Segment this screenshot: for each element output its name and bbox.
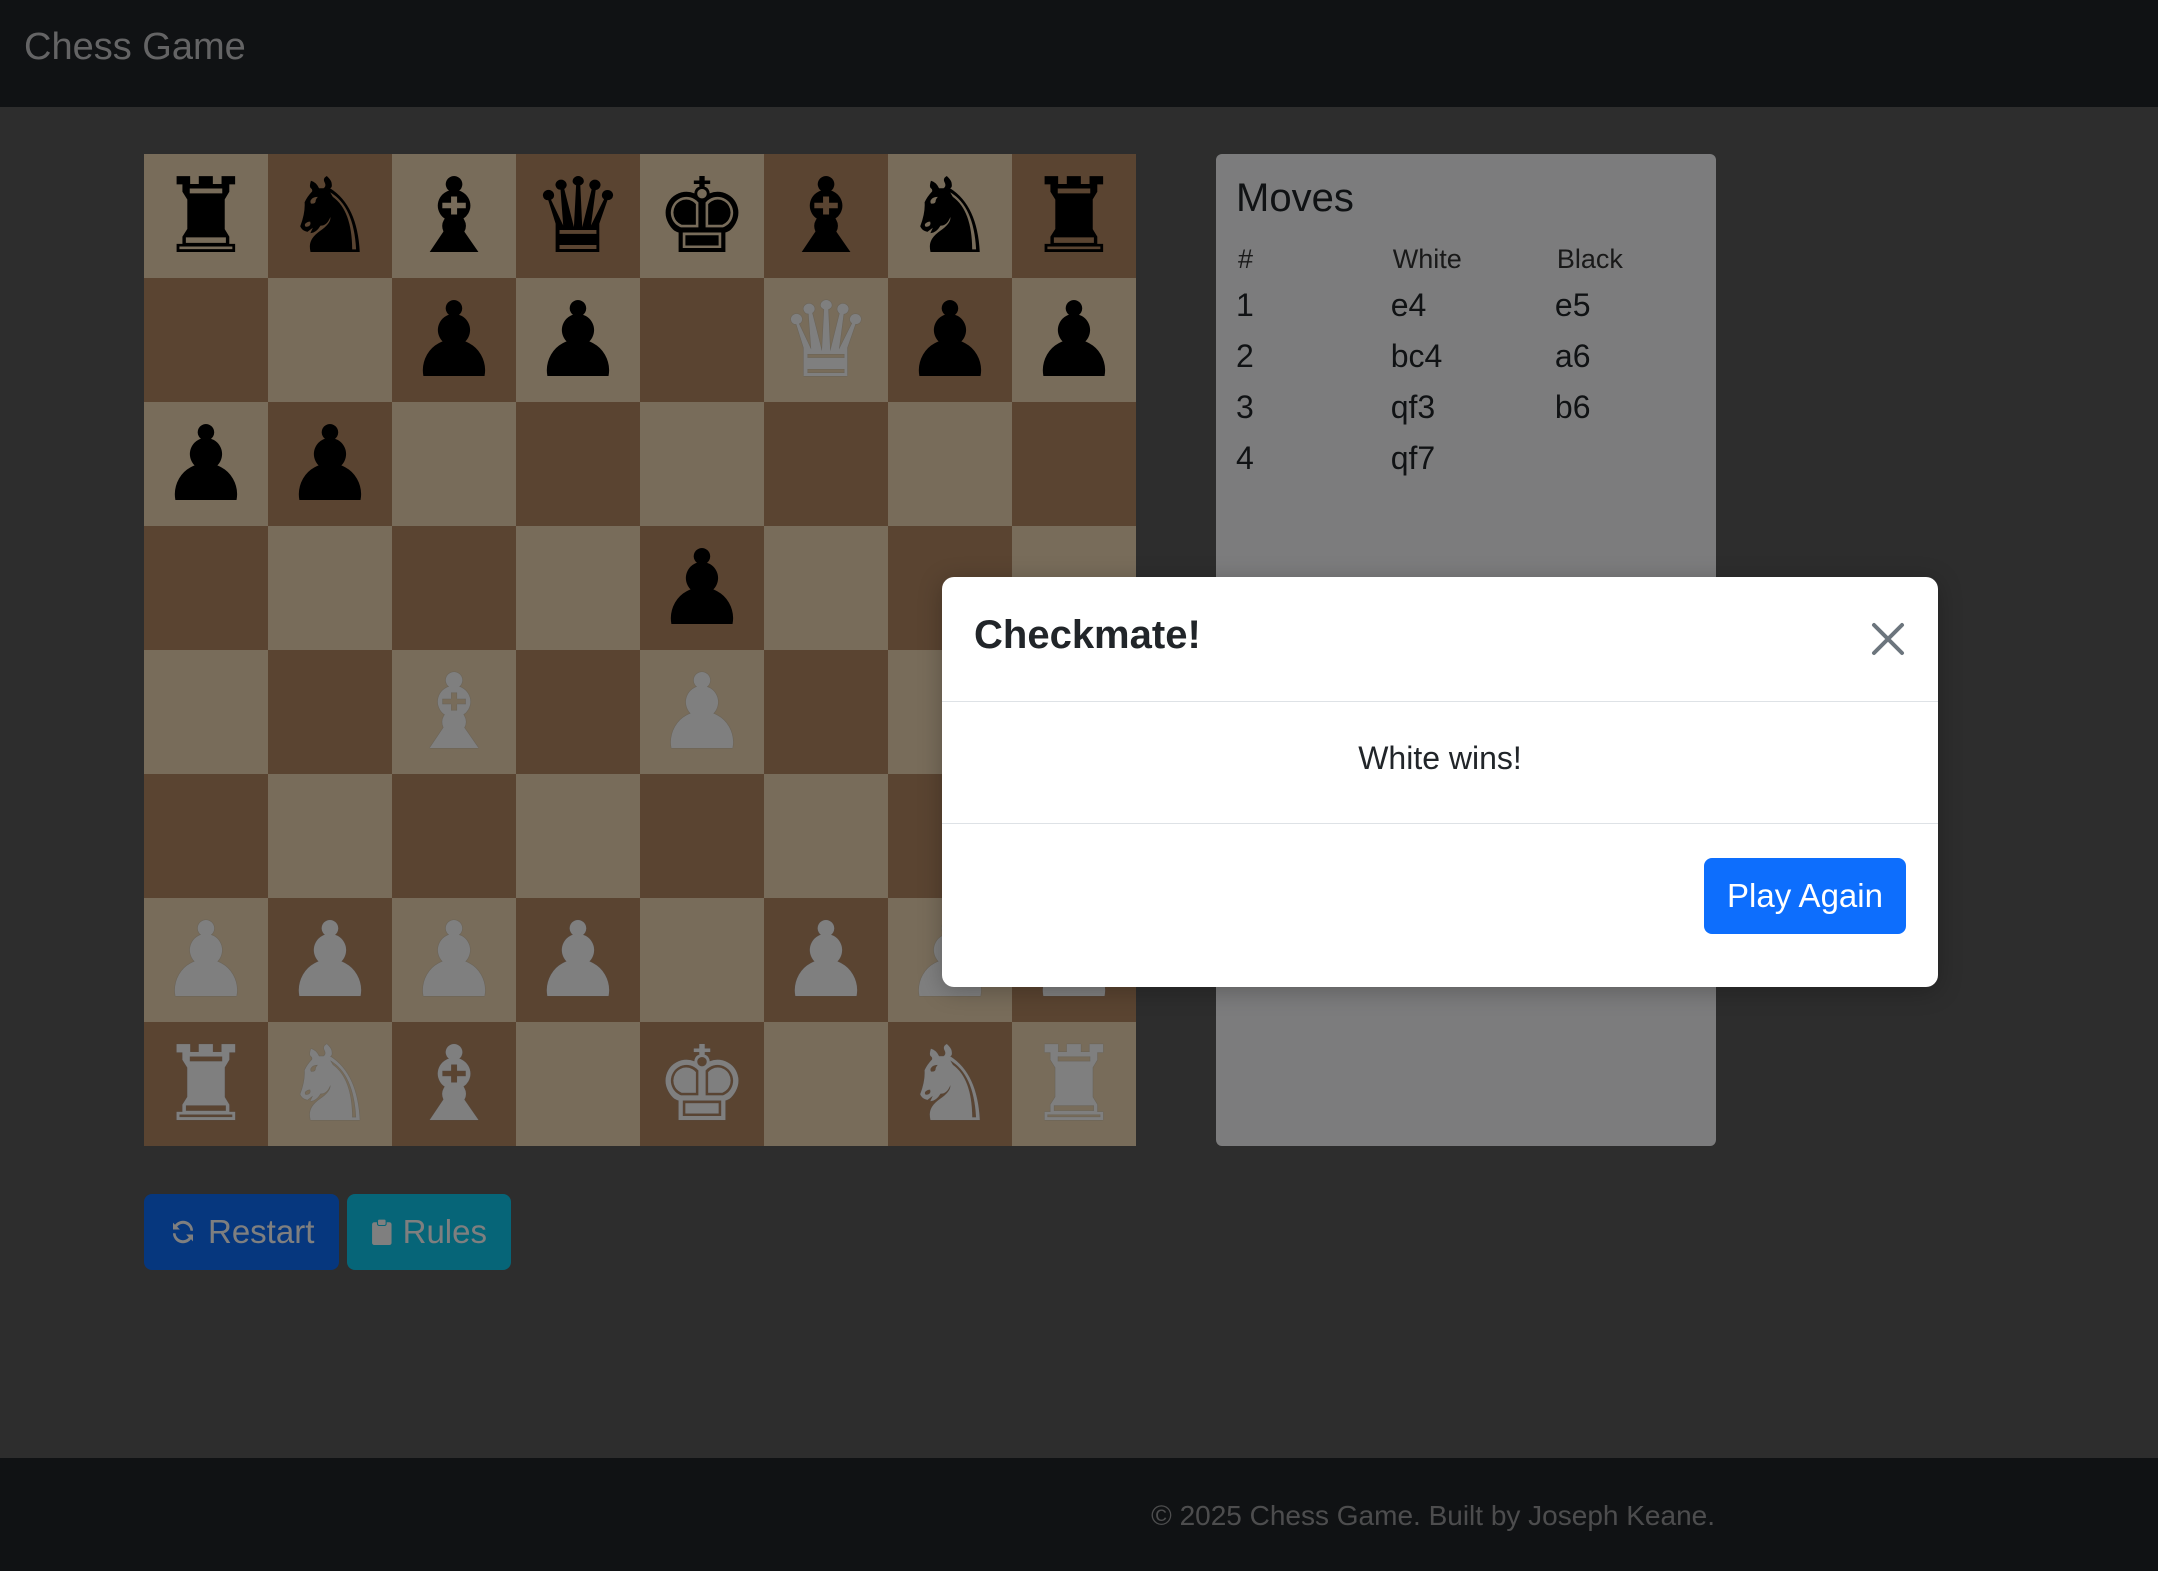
modal-title: Checkmate! <box>974 613 1201 657</box>
modal-message: White wins! <box>1358 740 1522 776</box>
play-again-button[interactable]: Play Again <box>1704 858 1906 934</box>
modal-footer: Play Again <box>942 824 1938 987</box>
close-icon <box>1872 623 1904 655</box>
checkmate-modal: Checkmate! White wins! Play Again <box>942 577 1938 987</box>
modal-header: Checkmate! <box>942 577 1938 702</box>
close-button[interactable] <box>1866 617 1910 661</box>
modal-body: White wins! <box>942 702 1938 824</box>
